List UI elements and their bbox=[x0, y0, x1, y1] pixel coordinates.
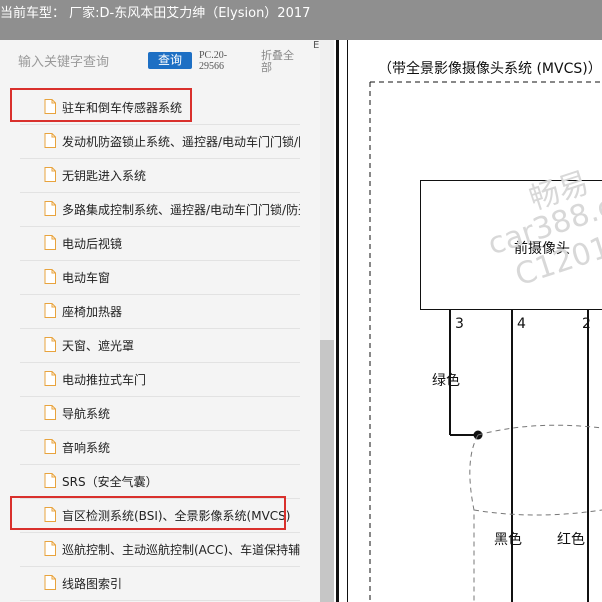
list-item[interactable]: 电动后视镜 bbox=[20, 226, 300, 261]
shield-bottom bbox=[473, 509, 602, 516]
page-code: PC.20-29566 bbox=[199, 50, 228, 72]
list-item[interactable]: 导航系统 bbox=[20, 396, 300, 431]
pin-4: 4 bbox=[517, 316, 526, 332]
document-icon bbox=[44, 575, 56, 590]
wire-label-black: 黑色 bbox=[494, 532, 522, 548]
list-item[interactable]: 巡航控制、主动巡航控制(ACC)、车道保持辅助 bbox=[20, 532, 300, 567]
document-icon bbox=[44, 133, 56, 148]
list-item[interactable]: 发动机防盗锁止系统、遥控器/电动车门门锁/防 bbox=[20, 124, 300, 159]
document-icon bbox=[44, 405, 56, 420]
pin-3: 3 bbox=[455, 316, 464, 332]
list-item-label: 电动后视镜 bbox=[62, 237, 123, 251]
list-item[interactable]: 天窗、遮光罩 bbox=[20, 328, 300, 363]
list-item-label: 天窗、遮光罩 bbox=[62, 339, 135, 353]
search-input[interactable] bbox=[18, 50, 138, 74]
corner-glyph: E bbox=[313, 40, 320, 51]
document-icon bbox=[44, 269, 56, 284]
list-item[interactable]: 线路图索引 bbox=[20, 566, 300, 601]
query-button[interactable]: 查询 bbox=[148, 52, 192, 69]
list-item-label: 电动推拉式车门 bbox=[62, 373, 147, 387]
list-item[interactable]: 电动车窗 bbox=[20, 260, 300, 295]
sidebar: 查询 PC.20-29566 折叠全部 E 驻车和倒车传感器系统发动机防盗锁止系… bbox=[0, 40, 334, 602]
document-icon bbox=[44, 303, 56, 318]
list-item[interactable]: 音响系统 bbox=[20, 430, 300, 465]
scrollbar-thumb[interactable] bbox=[320, 340, 334, 602]
wiring-diagram bbox=[369, 81, 602, 602]
document-icon bbox=[44, 337, 56, 352]
list-item-label: SRS（安全气囊） bbox=[62, 475, 158, 489]
document-icon bbox=[44, 371, 56, 386]
document-icon bbox=[44, 541, 56, 556]
list-item-label: 导航系统 bbox=[62, 407, 111, 421]
pin-2: 2 bbox=[582, 316, 591, 332]
list-item-label: 发动机防盗锁止系统、遥控器/电动车门门锁/防 bbox=[62, 135, 300, 149]
wire-label-red: 红色 bbox=[557, 532, 585, 548]
list-item-label: 巡航控制、主动巡航控制(ACC)、车道保持辅助 bbox=[62, 543, 300, 557]
document-icon bbox=[44, 439, 56, 454]
highlight-box bbox=[10, 88, 192, 122]
shield-top bbox=[477, 424, 602, 436]
list-item-label: 电动车窗 bbox=[62, 271, 111, 285]
list-item[interactable]: 座椅加热器 bbox=[20, 294, 300, 329]
document-icon bbox=[44, 235, 56, 250]
list-item-label: 座椅加热器 bbox=[62, 305, 123, 319]
document-icon bbox=[44, 473, 56, 488]
list-item-label: 线路图索引 bbox=[62, 577, 123, 591]
search-bar: 查询 PC.20-29566 折叠全部 E bbox=[0, 40, 320, 84]
collapse-all-button[interactable]: 折叠全部 bbox=[261, 50, 301, 74]
list-item[interactable]: SRS（安全气囊） bbox=[20, 464, 300, 499]
wire-label-green: 绿色 bbox=[432, 373, 460, 389]
list-item-label: 无钥匙进入系统 bbox=[62, 169, 147, 183]
list-item-label: 多路集成控制系统、遥控器/电动车门门锁/防盗 bbox=[62, 203, 300, 217]
document-icon bbox=[44, 167, 56, 182]
highlight-box bbox=[10, 496, 286, 530]
list-item[interactable]: 电动推拉式车门 bbox=[20, 362, 300, 397]
list-item[interactable]: 无钥匙进入系统 bbox=[20, 158, 300, 193]
document-icon bbox=[44, 201, 56, 216]
list-item[interactable]: 多路集成控制系统、遥控器/电动车门门锁/防盗 bbox=[20, 192, 300, 227]
title-bar: 当前车型： 厂家:D-东风本田艾力绅（Elysion）2017 bbox=[0, 0, 602, 40]
shield-left bbox=[469, 434, 479, 602]
list-item-label: 音响系统 bbox=[62, 441, 111, 455]
window-title: 当前车型： 厂家:D-东风本田艾力绅（Elysion）2017 bbox=[0, 6, 311, 21]
